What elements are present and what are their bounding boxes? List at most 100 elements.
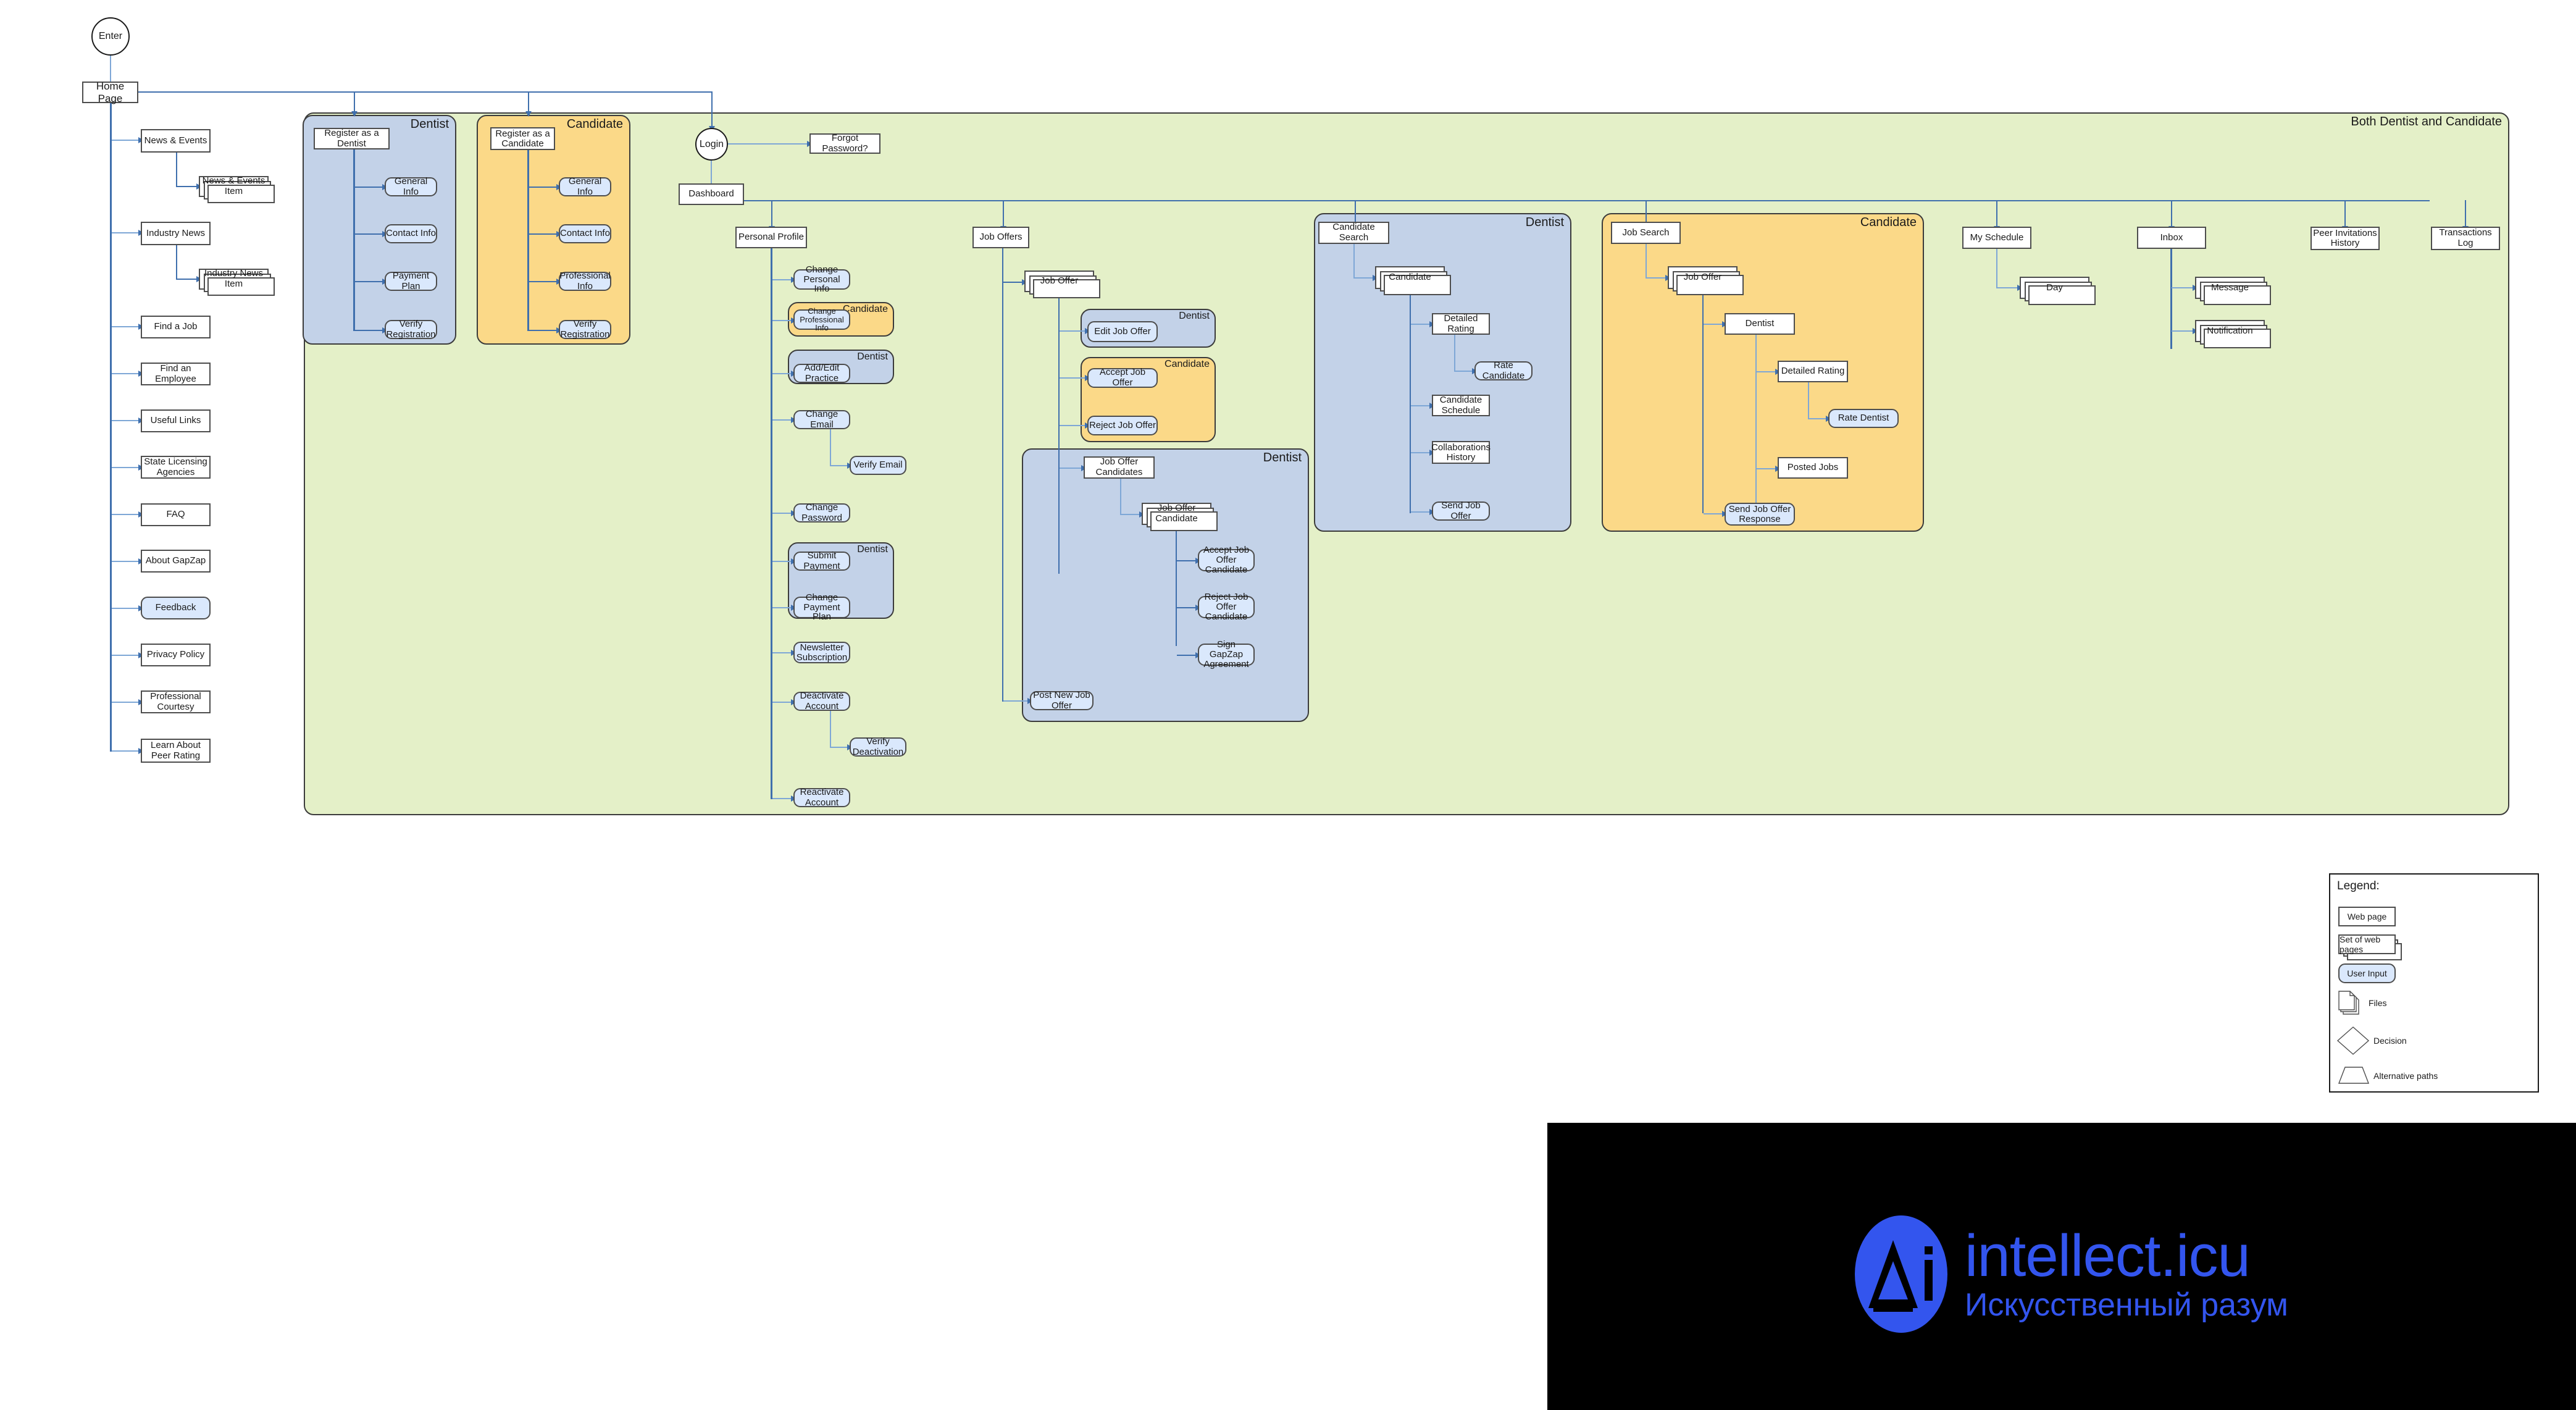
node-useful-links-label: Useful Links bbox=[150, 415, 201, 426]
node-inbox-label: Inbox bbox=[2160, 232, 2183, 243]
node-forgot-password[interactable]: Forgot Password? bbox=[809, 133, 880, 154]
node-day[interactable]: Day bbox=[2020, 277, 2096, 305]
group-label-profile-dentist-payment: Dentist bbox=[857, 544, 888, 555]
node-reactivate-account[interactable]: Reactivate Account bbox=[793, 787, 850, 807]
node-verify-email[interactable]: Verify Email bbox=[850, 456, 906, 475]
legend-files-label: Files bbox=[2369, 998, 2387, 1008]
node-dentist-contact-info-label: Contact Info bbox=[386, 228, 436, 239]
node-verify-deactivation[interactable]: Verify Deactivation bbox=[850, 736, 906, 757]
node-candidate[interactable]: Candidate bbox=[1375, 266, 1451, 295]
node-job-search-dentist[interactable]: Dentist bbox=[1725, 313, 1795, 335]
node-about-gapzap[interactable]: About GapZap bbox=[141, 550, 211, 573]
node-change-password[interactable]: Change Password bbox=[793, 502, 850, 522]
node-post-new-job-offer[interactable]: Post New Job Offer bbox=[1030, 690, 1094, 710]
node-candidate-general-info[interactable]: General Info bbox=[559, 176, 611, 196]
legend-panel: Legend: Web page Set of web pages User I… bbox=[2329, 873, 2539, 1093]
node-candidate-search[interactable]: Candidate Search bbox=[1318, 222, 1389, 244]
node-my-schedule-label: My Schedule bbox=[1970, 232, 2024, 243]
node-faq[interactable]: FAQ bbox=[141, 503, 211, 526]
node-dentist-contact-info[interactable]: Contact Info bbox=[385, 224, 437, 243]
node-submit-payment[interactable]: Submit Payment bbox=[793, 550, 850, 571]
node-rate-candidate-label: Rate Candidate bbox=[1482, 359, 1525, 381]
node-professional-courtesy[interactable]: Professional Courtesy bbox=[141, 690, 211, 713]
node-state-licensing-agencies[interactable]: State Licensing Agencies bbox=[141, 456, 211, 479]
node-register-as-a-candidate[interactable]: Register as a Candidate bbox=[490, 127, 555, 150]
node-state-licensing-agencies-label: State Licensing Agencies bbox=[144, 456, 207, 477]
node-dashboard[interactable]: Dashboard bbox=[679, 183, 744, 205]
node-learn-about-peer-rating-label: Learn About Peer Rating bbox=[151, 739, 201, 761]
group-job-offer-candidates-dentist: Dentist bbox=[1022, 448, 1309, 722]
node-job-offer-candidate[interactable]: Job Offer Candidate bbox=[1142, 503, 1218, 531]
node-add-edit-practice[interactable]: Add/Edit Practice bbox=[793, 363, 850, 383]
node-message[interactable]: Message bbox=[2195, 277, 2271, 305]
node-notification[interactable]: Notification bbox=[2195, 320, 2271, 348]
node-register-as-a-dentist[interactable]: Register as a Dentist bbox=[314, 128, 390, 149]
node-job-offers[interactable]: Job Offers bbox=[972, 227, 1029, 248]
node-feedback[interactable]: Feedback bbox=[141, 597, 211, 619]
node-news-and-events[interactable]: News & Events bbox=[141, 129, 211, 153]
node-transactions-log[interactable]: Transactions Log bbox=[2431, 227, 2500, 250]
node-candidate-schedule[interactable]: Candidate Schedule bbox=[1432, 395, 1490, 416]
group-label-job-offer-dentist: Dentist bbox=[1179, 311, 1210, 321]
node-home-page-label: Home Page bbox=[96, 80, 125, 104]
node-job-offer-candidates[interactable]: Job Offer Candidates bbox=[1084, 456, 1155, 479]
node-find-a-job[interactable]: Find a Job bbox=[141, 316, 211, 338]
node-find-an-employee[interactable]: Find an Employee bbox=[141, 363, 211, 385]
group-label-job-offer-candidates-dentist: Dentist bbox=[1263, 451, 1302, 464]
node-dentist-general-info[interactable]: General Info bbox=[385, 176, 437, 196]
watermark-text: intellect.icu Искусственный разум bbox=[1965, 1226, 2288, 1322]
node-job-search-dentist-label: Dentist bbox=[1745, 318, 1775, 329]
node-peer-invitations-history[interactable]: Peer Invitations History bbox=[2310, 227, 2380, 250]
node-posted-jobs[interactable]: Posted Jobs bbox=[1778, 457, 1848, 479]
node-dentist-payment-plan[interactable]: Payment Plan bbox=[385, 271, 437, 291]
node-send-job-offer-response-label: Send Job Offer Response bbox=[1728, 503, 1791, 524]
node-useful-links[interactable]: Useful Links bbox=[141, 409, 211, 432]
node-candidate-verify-registration[interactable]: Verify Registration bbox=[559, 319, 611, 339]
node-login[interactable]: Login bbox=[695, 128, 728, 161]
node-reject-job-offer-candidate[interactable]: Reject Job Offer Candidate bbox=[1198, 592, 1255, 621]
node-accept-job-offer-candidate[interactable]: Accept Job Offer Candidate bbox=[1198, 545, 1255, 574]
node-candidate-contact-info[interactable]: Contact Info bbox=[559, 224, 611, 243]
node-forgot-password-label: Forgot Password? bbox=[822, 132, 868, 154]
node-newsletter-subscription[interactable]: Newsletter Subscription bbox=[793, 642, 850, 663]
node-send-job-offer-response[interactable]: Send Job Offer Response bbox=[1725, 503, 1795, 526]
node-personal-profile-label: Personal Profile bbox=[738, 232, 804, 243]
node-send-job-offer[interactable]: Send Job Offer bbox=[1432, 500, 1490, 521]
node-privacy-policy[interactable]: Privacy Policy bbox=[141, 644, 211, 666]
node-change-personal-info[interactable]: Change Personal Info bbox=[793, 264, 850, 294]
node-submit-payment-label: Submit Payment bbox=[803, 550, 840, 571]
node-candidate-detailed-rating[interactable]: Detailed Rating bbox=[1432, 313, 1490, 335]
node-change-email[interactable]: Change Email bbox=[793, 409, 850, 429]
node-inbox[interactable]: Inbox bbox=[2137, 227, 2206, 249]
node-send-job-offer-label: Send Job Offer bbox=[1441, 500, 1481, 521]
node-my-schedule[interactable]: My Schedule bbox=[1962, 227, 2031, 249]
node-privacy-policy-label: Privacy Policy bbox=[146, 649, 205, 660]
node-rate-candidate[interactable]: Rate Candidate bbox=[1474, 359, 1533, 381]
node-edit-job-offer[interactable]: Edit Job Offer bbox=[1087, 321, 1158, 342]
node-change-professional-info[interactable]: Change Professional Info bbox=[793, 307, 850, 332]
node-industry-news[interactable]: Industry News bbox=[141, 222, 211, 245]
node-home-page[interactable]: Home Page bbox=[82, 80, 138, 104]
node-industry-news-item[interactable]: Industry News Item bbox=[199, 268, 275, 296]
node-learn-about-peer-rating[interactable]: Learn About Peer Rating bbox=[141, 739, 211, 763]
node-dentist-verify-registration[interactable]: Verify Registration bbox=[385, 319, 437, 339]
node-deactivate-account[interactable]: Deactivate Account bbox=[793, 690, 850, 711]
node-enter[interactable]: Enter bbox=[91, 17, 130, 56]
node-dentist-detailed-rating[interactable]: Detailed Rating bbox=[1778, 361, 1848, 382]
node-personal-profile[interactable]: Personal Profile bbox=[735, 227, 807, 248]
node-reject-job-offer[interactable]: Reject Job Offer bbox=[1087, 416, 1158, 435]
node-job-offer[interactable]: Job Offer bbox=[1024, 271, 1100, 298]
node-change-payment-plan[interactable]: Change Payment Plan bbox=[793, 592, 850, 622]
node-job-search[interactable]: Job Search bbox=[1611, 222, 1681, 244]
node-professional-courtesy-label: Professional Courtesy bbox=[150, 690, 201, 712]
node-accept-job-offer[interactable]: Accept Job Offer bbox=[1087, 367, 1158, 388]
node-reject-job-offer-label: Reject Job Offer bbox=[1089, 419, 1156, 430]
node-collaborations-history[interactable]: Collaborations History bbox=[1431, 441, 1491, 464]
node-sign-gapzap-agreement[interactable]: Sign GapZap Agreement bbox=[1198, 640, 1255, 669]
node-rate-dentist[interactable]: Rate Dentist bbox=[1828, 409, 1899, 428]
node-news-and-events-item[interactable]: News & Events Item bbox=[199, 175, 275, 203]
node-job-search-job-offer[interactable]: Job Offer bbox=[1668, 266, 1744, 295]
legend-web-page-label: Web page bbox=[2347, 912, 2387, 921]
node-candidate-professional-info[interactable]: Professional Info bbox=[559, 271, 611, 291]
group-candidate-search-dentist: Dentist bbox=[1314, 213, 1571, 532]
